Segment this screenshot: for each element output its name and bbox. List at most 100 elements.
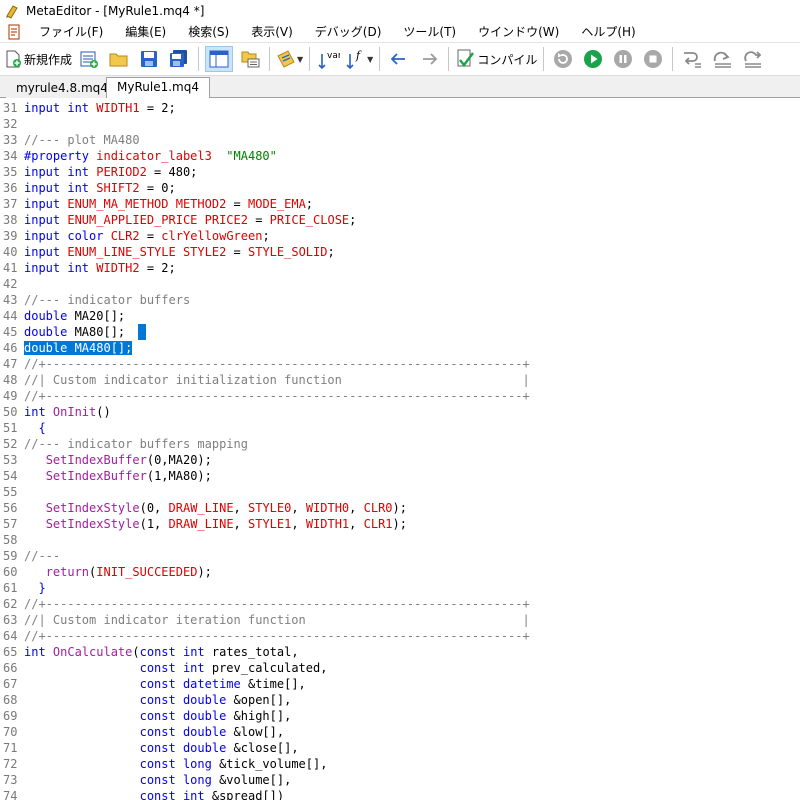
save-all-button[interactable] xyxy=(166,46,192,72)
step-over-button[interactable] xyxy=(709,46,735,72)
code-token: ); xyxy=(197,565,212,579)
code-line[interactable]: 42 xyxy=(0,276,24,292)
styler-button[interactable]: ▼ xyxy=(276,46,303,72)
code-line[interactable]: 66 const int prev_calculated, xyxy=(0,660,327,676)
code-line[interactable]: 69 const double &high[], xyxy=(0,708,291,724)
code-token: { xyxy=(24,421,46,435)
debug-restart-button[interactable] xyxy=(550,46,576,72)
navigator-toggle-button[interactable] xyxy=(205,46,234,72)
debug-start-button[interactable] xyxy=(580,46,606,72)
code-line[interactable]: 54 SetIndexBuffer(1,MA80); xyxy=(0,468,212,484)
new-project-button[interactable] xyxy=(76,46,102,72)
code-token: ENUM_LINE_STYLE STYLE2 xyxy=(67,245,227,259)
code-token: STYLE1 xyxy=(248,517,292,531)
code-line[interactable]: 39 input color CLR2 = clrYellowGreen; xyxy=(0,228,270,244)
code-token: (1, xyxy=(139,517,169,531)
menu-edit[interactable]: 編集(E) xyxy=(114,22,177,42)
code-line[interactable]: 55 xyxy=(0,484,24,500)
code-token: //| Custom indicator initialization func… xyxy=(24,373,530,387)
line-number: 62 xyxy=(3,597,18,611)
code-line[interactable]: 41 input int WIDTH2 = 2; xyxy=(0,260,176,276)
line-number: 69 xyxy=(3,709,18,723)
code-line[interactable]: 72 const long &tick_volume[], xyxy=(0,756,327,772)
back-button[interactable] xyxy=(386,46,412,72)
insert-function-button[interactable]: f ▼ xyxy=(346,46,373,72)
code-line[interactable]: 58 xyxy=(0,532,24,548)
insert-variable-button[interactable]: var xyxy=(316,46,342,72)
code-line[interactable]: 31 input int WIDTH1 = 2; xyxy=(0,100,176,116)
forward-button[interactable] xyxy=(416,46,442,72)
menu-debug[interactable]: デバッグ(D) xyxy=(304,22,393,42)
line-number: 64 xyxy=(3,629,18,643)
save-button[interactable] xyxy=(136,46,162,72)
code-line[interactable]: 49 //+-----------------------------------… xyxy=(0,388,530,404)
code-line[interactable]: 38 input ENUM_APPLIED_PRICE PRICE2 = PRIC… xyxy=(0,212,356,228)
code-line[interactable]: 43 //--- indicator buffers xyxy=(0,292,190,308)
code-token: &spread[]) xyxy=(211,789,285,800)
menu-tools[interactable]: ツール(T) xyxy=(392,22,467,42)
code-line[interactable]: 59 //--- xyxy=(0,548,60,564)
step-out-button[interactable] xyxy=(739,46,765,72)
code-line[interactable]: 61 } xyxy=(0,580,46,596)
line-number: 41 xyxy=(3,261,18,275)
debug-stop-button[interactable] xyxy=(640,46,666,72)
menu-search[interactable]: 検索(S) xyxy=(177,22,240,42)
code-line[interactable]: 70 const double &low[], xyxy=(0,724,284,740)
code-line[interactable]: 65 int OnCalculate(const int rates_total, xyxy=(0,644,299,660)
code-line[interactable]: 46 double MA480[]; xyxy=(0,340,133,356)
toolbox-toggle-button[interactable] xyxy=(237,46,263,72)
line-number: 66 xyxy=(3,661,18,675)
menu-view[interactable]: 表示(V) xyxy=(240,22,304,42)
code-line[interactable]: 57 SetIndexStyle(1, DRAW_LINE, STYLE1, W… xyxy=(0,516,407,532)
code-line[interactable]: 45 double MA80[]; xyxy=(0,324,125,340)
code-line[interactable]: 73 const long &volume[], xyxy=(0,772,291,788)
code-line[interactable]: 48 //| Custom indicator initialization fu… xyxy=(0,372,530,388)
code-line[interactable]: 63 //| Custom indicator iteration functio… xyxy=(0,612,530,628)
code-line[interactable]: 50 int OnInit() xyxy=(0,404,111,420)
code-line[interactable]: 35 input int PERIOD2 = 480; xyxy=(0,164,197,180)
menu-window[interactable]: ウインドウ(W) xyxy=(467,22,570,42)
code-line[interactable]: 68 const double &open[], xyxy=(0,692,291,708)
compile-label: コンパイル xyxy=(477,52,538,67)
code-token: = 2; xyxy=(139,101,176,115)
menu-help[interactable]: ヘルプ(H) xyxy=(570,22,646,42)
code-line[interactable]: 74 const int &spread[]) xyxy=(0,788,284,800)
code-line[interactable]: 32 xyxy=(0,116,24,132)
compile-button[interactable]: コンパイル xyxy=(455,46,537,72)
function-dropdown-icon[interactable]: ▼ xyxy=(367,55,373,64)
styler-dropdown-icon[interactable]: ▼ xyxy=(297,55,303,64)
new-file-button[interactable]: 新規作成 xyxy=(4,46,72,72)
step-into-button[interactable] xyxy=(679,46,705,72)
code-line[interactable]: 67 const datetime &time[], xyxy=(0,676,306,692)
code-line[interactable]: 56 SetIndexStyle(0, DRAW_LINE, STYLE0, W… xyxy=(0,500,407,516)
code-line[interactable]: 64 //+-----------------------------------… xyxy=(0,628,530,644)
code-line[interactable]: 37 input ENUM_MA_METHOD METHOD2 = MODE_EM… xyxy=(0,196,313,212)
code-token: = 2; xyxy=(139,261,176,275)
code-line[interactable]: 36 input int SHIFT2 = 0; xyxy=(0,180,176,196)
code-line[interactable]: 44 double MA20[]; xyxy=(0,308,125,324)
document-menu-icon[interactable] xyxy=(6,24,22,40)
code-line[interactable]: 51 { xyxy=(0,420,46,436)
var-text: var xyxy=(327,51,340,61)
open-button[interactable] xyxy=(106,46,132,72)
code-token: int xyxy=(24,405,53,419)
styler-icon xyxy=(277,50,295,68)
code-line[interactable]: 71 const double &close[], xyxy=(0,740,299,756)
code-line[interactable]: 60 return(INIT_SUCCEEDED); xyxy=(0,564,212,580)
tab-myrule1[interactable]: MyRule1.mq4 * xyxy=(106,77,210,112)
code-line[interactable]: 40 input ENUM_LINE_STYLE STYLE2 = STYLE_S… xyxy=(0,244,335,260)
code-line[interactable]: 34 #property indicator_label3 "MA480" xyxy=(0,148,277,164)
code-line[interactable]: 52 //--- indicator buffers mapping xyxy=(0,436,248,452)
code-line[interactable]: 33 //--- plot MA480 xyxy=(0,132,140,148)
code-editor[interactable]: 31 input int WIDTH1 = 2; 32 33 //--- plot MA… xyxy=(0,98,800,800)
tab-myrule4-8[interactable]: myrule4.8.mq4 xyxy=(6,79,118,98)
code-line[interactable]: 47 //+-----------------------------------… xyxy=(0,356,530,372)
menu-file[interactable]: ファイル(F) xyxy=(28,22,114,42)
code-line[interactable]: 62 //+-----------------------------------… xyxy=(0,596,530,612)
code-line[interactable]: 53 SetIndexBuffer(0,MA20); xyxy=(0,452,212,468)
debug-pause-button[interactable] xyxy=(610,46,636,72)
